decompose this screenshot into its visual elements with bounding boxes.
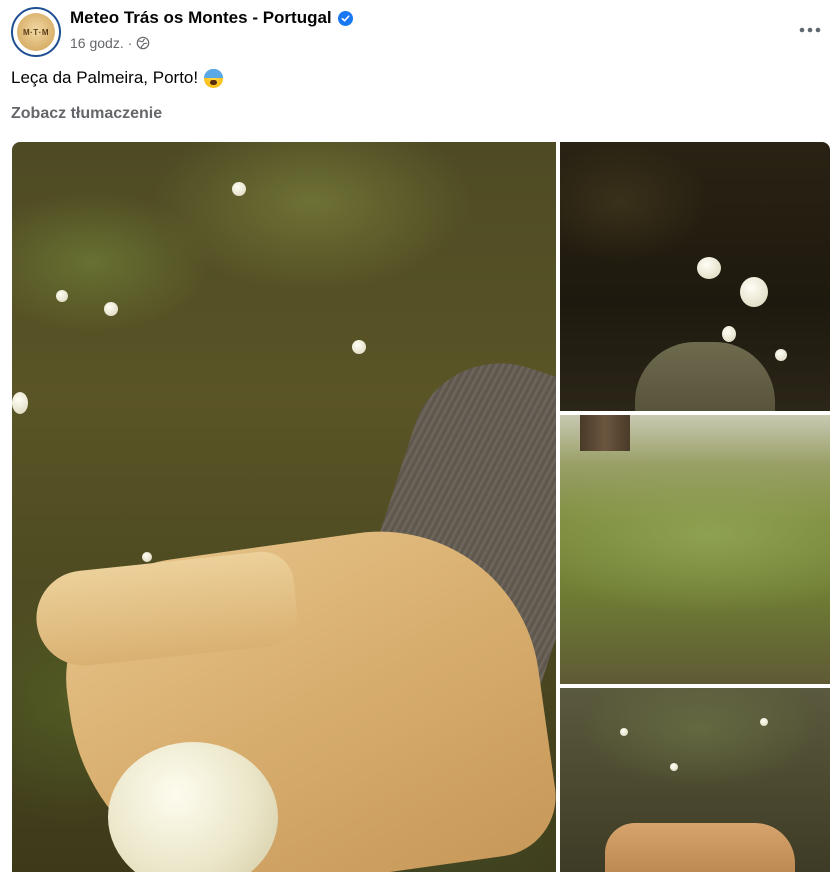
meta-separator: · <box>127 35 133 51</box>
hailstone <box>620 728 628 736</box>
post-meta: 16 godz. · <box>70 35 150 51</box>
hailstone <box>697 257 721 279</box>
more-options-button[interactable] <box>792 12 828 48</box>
more-options-icon <box>799 27 821 33</box>
sneaker <box>635 342 775 411</box>
post-message: Leça da Palmeira, Porto! <box>11 68 199 87</box>
hailstone <box>142 552 152 562</box>
photo-lawn-covered-in-hail[interactable] <box>560 415 830 684</box>
hailstone <box>775 349 787 361</box>
hailstone <box>740 277 768 307</box>
hailstone <box>12 392 28 414</box>
hailstone <box>760 718 768 726</box>
page-avatar[interactable]: M·T·M <box>11 7 61 57</box>
page-name-link[interactable]: Meteo Trás os Montes - Portugal <box>70 8 332 28</box>
anxious-face-emoji-icon <box>204 68 224 88</box>
globe-icon[interactable] <box>136 36 150 50</box>
avatar-logo: M·T·M <box>17 13 55 51</box>
tree-trunk <box>580 415 630 451</box>
verified-badge-icon <box>337 10 353 26</box>
photo-hail-on-grass-with-hand[interactable] <box>560 688 830 872</box>
post-text: Leça da Palmeira, Porto! <box>11 68 224 88</box>
see-translation-link[interactable]: Zobacz tłumaczenie <box>11 105 162 123</box>
hailstone <box>722 326 736 342</box>
hailstone <box>670 763 678 771</box>
hailstone <box>232 182 246 196</box>
page-name-row: Meteo Trás os Montes - Portugal <box>70 8 353 28</box>
photo-hand-holding-hailstone[interactable] <box>12 142 556 872</box>
photo-hailstones-near-shoe[interactable] <box>560 142 830 411</box>
hand-fragment <box>605 823 795 872</box>
hailstone <box>352 340 366 354</box>
hailstone <box>56 290 68 302</box>
hailstone <box>104 302 118 316</box>
facebook-post: M·T·M Meteo Trás os Montes - Portugal 16… <box>0 0 840 872</box>
post-timestamp[interactable]: 16 godz. <box>70 35 124 51</box>
